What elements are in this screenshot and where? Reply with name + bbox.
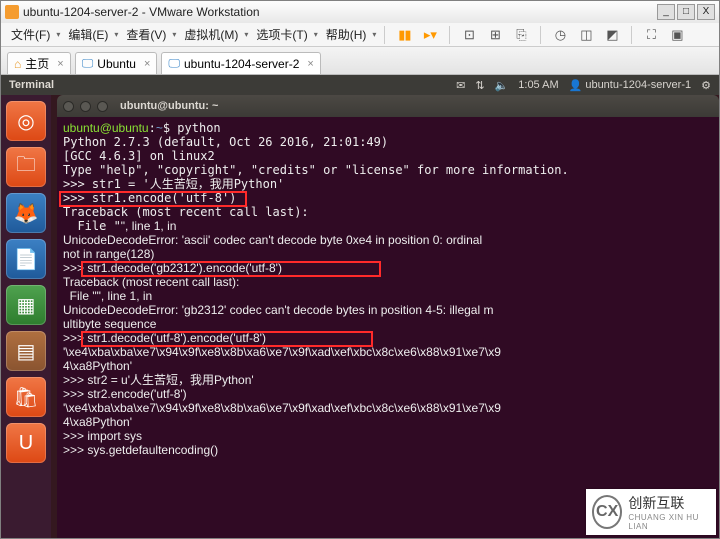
snapshot-revert-icon[interactable]: ◩ [601, 25, 623, 45]
monitor-icon: 🖵 [82, 56, 94, 71]
menu-help[interactable]: 帮助(H) [322, 24, 371, 45]
software-center-icon[interactable]: 🛍 [6, 377, 46, 417]
user-indicator[interactable]: 👤 ubuntu-1204-server-1 [569, 79, 692, 92]
watermark-cn: 创新互联 [628, 493, 710, 513]
tab-home-label: 主页 [25, 55, 49, 72]
ubuntu-top-panel: Terminal ✉ ⇅ 🔈 1:05 AM 👤 ubuntu-1204-ser… [1, 75, 719, 95]
toolbar-icon-1[interactable]: ⊡ [458, 25, 480, 45]
dash-icon[interactable]: ◎ [6, 101, 46, 141]
close-icon[interactable]: × [144, 58, 150, 70]
vmware-title: ubuntu-1204-server-2 - VMware Workstatio… [23, 5, 657, 19]
tab-home[interactable]: ⌂ 主页 × [7, 52, 71, 74]
terminal-title: ubuntu@ubuntu: ~ [120, 100, 218, 112]
highlight-box [59, 191, 247, 207]
close-icon[interactable]: × [57, 58, 63, 70]
tab-ubuntu-label: Ubuntu [97, 57, 136, 71]
files-icon[interactable]: 🗀 [6, 147, 46, 187]
sound-indicator[interactable]: 🔈 [495, 79, 509, 92]
firefox-icon[interactable]: 🦊 [6, 193, 46, 233]
writer-icon[interactable]: 📄 [6, 239, 46, 279]
ubuntu-one-icon[interactable]: U [6, 423, 46, 463]
tab-server-label: ubuntu-1204-server-2 [184, 57, 299, 71]
calc-icon[interactable]: ▦ [6, 285, 46, 325]
close-icon[interactable]: × [307, 58, 313, 70]
close-button[interactable]: X [697, 4, 715, 20]
menu-view[interactable]: 查看(V) [122, 24, 170, 45]
menu-tabs[interactable]: 选项卡(T) [252, 24, 311, 45]
impress-icon[interactable]: ▤ [6, 331, 46, 371]
minimize-button[interactable]: _ [657, 4, 675, 20]
vmware-tabstrip: ⌂ 主页 × 🖵 Ubuntu × 🖵 ubuntu-1204-server-2… [1, 47, 719, 75]
toolbar-icon-3[interactable]: ⎘ [510, 25, 532, 45]
vmware-titlebar[interactable]: ubuntu-1204-server-2 - VMware Workstatio… [1, 1, 719, 23]
tab-ubuntu[interactable]: 🖵 Ubuntu × [75, 52, 158, 74]
window-min-icon[interactable] [80, 101, 91, 112]
watermark-logo-icon: CX [592, 495, 622, 529]
monitor-icon: 🖵 [168, 56, 180, 71]
unity-icon[interactable]: ▣ [666, 25, 688, 45]
mail-indicator[interactable]: ✉ [456, 79, 465, 92]
menu-vm[interactable]: 虚拟机(M) [180, 24, 242, 45]
active-app-title: Terminal [9, 79, 446, 91]
fullscreen-icon[interactable]: ⛶ [640, 25, 662, 45]
window-close-icon[interactable] [63, 101, 74, 112]
terminal-titlebar[interactable]: ubuntu@ubuntu: ~ [57, 95, 719, 117]
watermark: CX 创新互联 CHUANG XIN HU LIAN [586, 489, 716, 535]
menu-file[interactable]: 文件(F) [7, 24, 54, 45]
snapshot-mgr-icon[interactable]: ◫ [575, 25, 597, 45]
snapshot-icon[interactable]: ◷ [549, 25, 571, 45]
play-icon[interactable]: ▸▾ [419, 25, 441, 45]
tab-server[interactable]: 🖵 ubuntu-1204-server-2 × [161, 52, 320, 74]
network-indicator[interactable]: ⇅ [475, 79, 484, 92]
terminal-window: ubuntu@ubuntu: ~ ubuntu@ubuntu:~$ python… [57, 95, 719, 538]
window-max-icon[interactable] [97, 101, 108, 112]
terminal-area: ubuntu@ubuntu: ~ ubuntu@ubuntu:~$ python… [51, 95, 719, 538]
pause-icon[interactable]: ▮▮ [393, 25, 415, 45]
vmware-window: ubuntu-1204-server-2 - VMware Workstatio… [0, 0, 720, 539]
vmware-icon [5, 5, 19, 19]
home-icon: ⌂ [14, 57, 21, 71]
ubuntu-desktop: ◎ 🗀 🦊 📄 ▦ ▤ 🛍 U ubuntu@ubuntu: ~ ubuntu@ubuntu:… [1, 95, 719, 538]
system-indicator[interactable]: ⚙ [701, 79, 711, 92]
unity-launcher: ◎ 🗀 🦊 📄 ▦ ▤ 🛍 U [1, 95, 51, 538]
vmware-menubar: 文件(F)▾ 编辑(E)▾ 查看(V)▾ 虚拟机(M)▾ 选项卡(T)▾ 帮助(… [1, 23, 719, 47]
guest-screen: Terminal ✉ ⇅ 🔈 1:05 AM 👤 ubuntu-1204-ser… [1, 75, 719, 538]
maximize-button[interactable]: □ [677, 4, 695, 20]
toolbar-icon-2[interactable]: ⊞ [484, 25, 506, 45]
watermark-en: CHUANG XIN HU LIAN [628, 513, 710, 531]
terminal-body[interactable]: ubuntu@ubuntu:~$ python Python 2.7.3 (de… [57, 117, 719, 538]
clock-indicator[interactable]: 1:05 AM [518, 79, 558, 91]
menu-edit[interactable]: 编辑(E) [64, 24, 112, 45]
